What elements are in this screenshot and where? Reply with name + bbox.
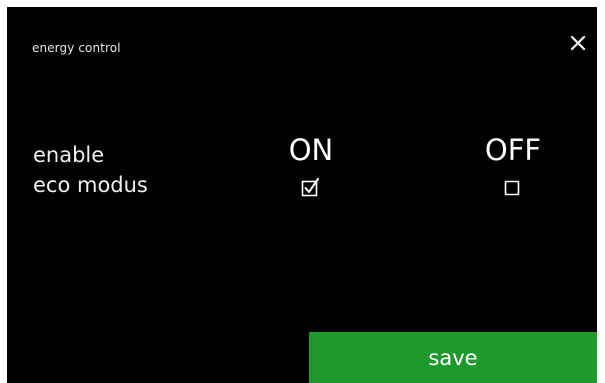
setting-label-line2: eco modus: [33, 173, 148, 197]
close-icon: [570, 35, 586, 51]
setting-label-line1: enable: [33, 143, 105, 167]
option-on-label: ON: [288, 133, 334, 167]
close-button[interactable]: [569, 34, 587, 52]
energy-control-screen: energy control enable eco modus ON OFF s…: [7, 7, 597, 383]
save-button[interactable]: save: [309, 332, 597, 383]
checkbox-checked-icon: [301, 178, 319, 197]
option-off-label: OFF: [484, 133, 542, 167]
option-off-checkbox[interactable]: [503, 177, 523, 197]
checkbox-unchecked-icon: [504, 180, 520, 196]
option-on-checkbox[interactable]: [301, 177, 321, 197]
page-title: energy control: [32, 41, 121, 55]
